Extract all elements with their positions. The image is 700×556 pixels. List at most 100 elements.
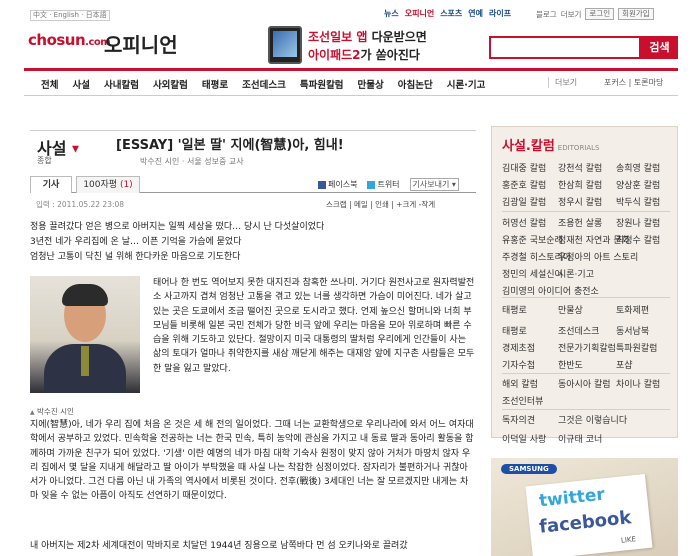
editorial-link[interactable]: 한반도	[558, 358, 583, 371]
author-photo	[30, 276, 140, 393]
editorial-link[interactable]: 조용헌 살롱	[558, 216, 602, 229]
editorial-link[interactable]: 우정아의 아트 스토리	[558, 250, 638, 263]
editorials-panel: 사설.칼럼 EDITORIALS 김대중 칼럼 강천석 칼럼 송희영 칼럼홍준호 칼럼…	[491, 126, 678, 445]
article-body-paragraph: 태어나 한 번도 역어보지 못한 대지진과 참혹한 쓰나미. 거기다 원전사고로…	[153, 278, 475, 374]
article-info: 입력 : 2011.05.22 23:08 스크랩 | 메일 | 인쇄 | +크…	[30, 197, 476, 211]
editorial-link[interactable]: 한삼희 칼럼	[558, 178, 602, 191]
nav-all[interactable]: 전체	[41, 77, 58, 91]
editorial-link[interactable]: 장원나 칼럼	[616, 216, 660, 229]
ad-headline-1[interactable]: 조선일보 앱 다운받으면	[308, 28, 427, 45]
nav-morning-forum[interactable]: 아침논단	[398, 77, 433, 91]
facebook-icon	[318, 180, 326, 189]
editorial-link[interactable]: 태평로	[502, 303, 527, 316]
editorial-link[interactable]: 포샵	[616, 358, 633, 371]
nav-more[interactable]: 더보기	[548, 77, 577, 88]
caret-down-icon: ▼	[72, 144, 79, 155]
nav-focus-debate[interactable]: 포커스 | 토론마당	[604, 77, 663, 88]
nav-contribution[interactable]: 시론·기고	[447, 77, 486, 91]
editorial-link[interactable]: 김광일 칼럼	[502, 195, 546, 208]
top-nav: 뉴스 오피니언 스포츠 연예 라이프	[384, 8, 511, 19]
editorial-link[interactable]: 양상훈 칼럼	[616, 178, 660, 191]
editorial-link[interactable]: 특파원칼럼	[616, 341, 657, 354]
editorial-link[interactable]: 경제초점	[502, 341, 535, 354]
top-nav-news[interactable]: 뉴스	[384, 8, 399, 19]
editorial-link[interactable]: 허영선 칼럼	[502, 216, 546, 229]
top-nav-opinion[interactable]: 오피니언	[405, 8, 434, 19]
ad-headline-2[interactable]: 아이패드2가 쏟아진다	[308, 46, 420, 63]
signup-button[interactable]: 회원가입	[618, 8, 654, 20]
divider	[502, 409, 670, 410]
editorial-link[interactable]: 조선인터뷰	[502, 394, 543, 407]
triangle-icon: ▲	[30, 409, 35, 416]
editorial-link[interactable]: 동아시아 칼럼	[558, 377, 611, 390]
top-nav-sports[interactable]: 스포츠	[440, 8, 462, 19]
editorial-link[interactable]: 강천석 칼럼	[558, 161, 602, 174]
share-bar: 페이스북 트위터 기사보내기 ▾	[318, 178, 459, 191]
top-nav-entertainment[interactable]: 연예	[468, 8, 483, 19]
editorial-link[interactable]: 만물상	[558, 303, 583, 316]
nav-external-column[interactable]: 사외칼럼	[153, 77, 188, 91]
more-link[interactable]: 더보기	[561, 9, 582, 20]
section-nav: 전체 사설 사내칼럼 사외칼럼 태평로 조선데스크 특파원칼럼 만물상 아침논단…	[24, 68, 678, 96]
language-selector[interactable]: 中文 · English · 日本語	[30, 10, 110, 21]
divider	[502, 373, 670, 374]
editorial-link[interactable]: 차이나 칼럼	[616, 377, 660, 390]
article-byline: 박수진 시인 · 서울 성보중 교사	[140, 157, 244, 166]
top-nav-life[interactable]: 라이프	[489, 8, 511, 19]
editorial-link[interactable]: 김미영의 아이디어 충전소	[502, 284, 599, 297]
editorial-link[interactable]: 조선데스크	[558, 324, 599, 337]
editorial-link[interactable]: 정우시 칼럼	[558, 195, 602, 208]
nav-chosun-desk[interactable]: 조선데스크	[242, 77, 286, 91]
editorial-link[interactable]: 최정수 칼럼	[616, 233, 660, 246]
section-title[interactable]: 오피니언	[104, 29, 178, 58]
editorial-link[interactable]: 이덕일 사랑	[502, 432, 546, 445]
nav-editorial[interactable]: 사설	[72, 77, 89, 91]
editorials-title[interactable]: 사설.칼럼 EDITORIALS	[502, 135, 600, 154]
util-links: 블로그 더보기 로그인 회원가입	[536, 8, 654, 20]
chosun-logo[interactable]: chosun.com	[28, 31, 111, 49]
summary-line: 엄청난 고통이 닥친 널 위해 한다카운 마음으로 기도한다	[30, 252, 241, 262]
article-tools[interactable]: 스크랩 | 메일 | 인쇄 | +크게 -작게	[326, 199, 435, 210]
editorial-link[interactable]: 홍준호 칼럼	[502, 178, 546, 191]
editorial-link[interactable]: 태평로	[502, 324, 527, 337]
editorial-link[interactable]: 전문가기획칼럼	[558, 341, 616, 354]
editorial-link[interactable]: 박두식 칼럼	[616, 195, 660, 208]
nav-taepyeongro[interactable]: 태평로	[202, 77, 228, 91]
article-headline: [ESSAY] '일본 딸' 지에(智慧)아, 힘내!	[116, 138, 344, 153]
summary-line: 정용 끌려갔다 얻은 병으로 아버지는 일찍 세상을 떴다… 당시 난 다섯살이…	[30, 222, 325, 232]
nav-correspondent[interactable]: 특파원칼럼	[300, 77, 344, 91]
article-body-paragraph: 지에(智慧)아, 네가 우리 집에 처음 온 것은 세 해 전의 일이었다. 그…	[30, 420, 474, 502]
twitter-share[interactable]: 트위터	[367, 179, 400, 190]
social-ad-banner[interactable]: SAMSUNG twitter facebook LIKE	[491, 458, 678, 556]
tab-article[interactable]: 기사	[30, 176, 72, 193]
search-button[interactable]: 검색	[641, 36, 678, 59]
nav-manmulsang[interactable]: 만물상	[358, 77, 384, 91]
summary-line: 3년전 네가 우리집에 온 날… 이픈 기억을 가슴에 묻었다	[30, 237, 242, 247]
search-input[interactable]	[489, 36, 641, 59]
editorial-link[interactable]: 시론·기고	[558, 267, 594, 280]
editorial-link[interactable]: 토화제편	[616, 303, 649, 316]
editorial-link[interactable]: 송희영 칼럼	[616, 161, 660, 174]
photo-caption: ▲ 박수진 시인	[30, 407, 74, 416]
tab-comments[interactable]: 100자평 (1)	[76, 176, 140, 193]
editorial-link[interactable]: 동서남북	[616, 324, 649, 337]
tablet-ad-image[interactable]	[268, 26, 302, 64]
editorial-link[interactable]: 유홍준 국보순례	[502, 233, 563, 246]
divider	[502, 211, 670, 212]
editorial-link[interactable]: 독자의견	[502, 413, 535, 426]
editorial-link[interactable]: 기자수첩	[502, 358, 535, 371]
facebook-share[interactable]: 페이스북	[318, 179, 357, 190]
top-strip: 中文 · English · 日本語 뉴스 오피니언 스포츠 연예 라이프 블로…	[0, 0, 700, 21]
send-article-select[interactable]: 기사보내기 ▾	[409, 178, 459, 191]
article-body-paragraph: 내 아버지는 제2차 세계대전이 막바지로 치달던 1944년 징용으로 남쪽바…	[30, 541, 408, 551]
editorial-link[interactable]: 정민의 세설신어	[502, 267, 563, 280]
editorial-link[interactable]: 그것은 이렇습니다	[558, 413, 627, 426]
divider	[502, 297, 670, 298]
blog-link[interactable]: 블로그	[536, 9, 557, 20]
editorial-link[interactable]: 김대중 칼럼	[502, 161, 546, 174]
article-summary: 정용 끌려갔다 얻은 병으로 아버지는 일찍 세상을 떴다… 당시 난 다섯살이…	[30, 220, 476, 265]
nav-internal-column[interactable]: 사내칼럼	[104, 77, 139, 91]
login-button[interactable]: 로그인	[585, 8, 615, 20]
editorial-link[interactable]: 이규태 코너	[558, 432, 602, 445]
editorial-link[interactable]: 해외 칼럼	[502, 377, 538, 390]
